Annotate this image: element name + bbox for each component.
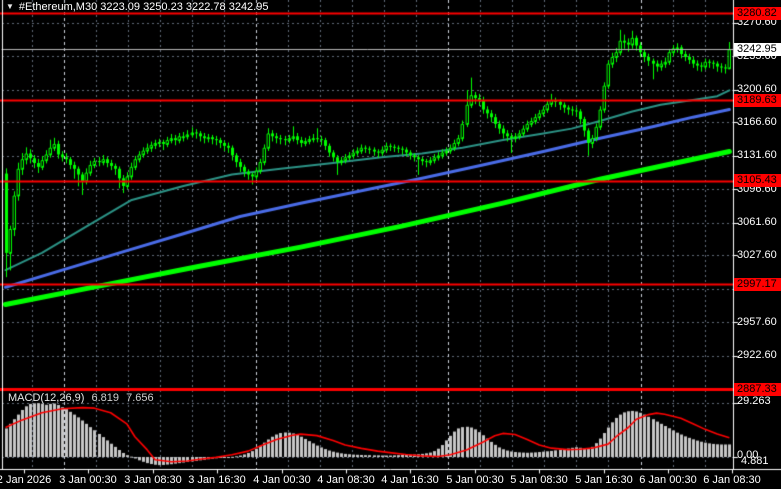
symbol-label: #Ethereum,M30 xyxy=(19,1,97,13)
macd-name: MACD(12,26,9) xyxy=(8,392,84,404)
symbol-dropdown-arrow-icon[interactable]: ▼ xyxy=(6,2,14,11)
chart-title: ▼ #Ethereum,M30 3223.09 3250.23 3222.78 3… xyxy=(6,1,268,13)
macd-signal-value: 7.656 xyxy=(126,392,154,404)
macd-main-value: 6.819 xyxy=(91,392,119,404)
chart-window: ▼ #Ethereum,M30 3223.09 3250.23 3222.78 3… xyxy=(0,0,781,489)
macd-indicator-label: MACD(12,26,9) 6.819 7.656 xyxy=(8,392,154,404)
price-chart-canvas[interactable] xyxy=(0,0,781,489)
ohlc-values: 3223.09 3250.23 3222.78 3242.95 xyxy=(100,1,268,13)
